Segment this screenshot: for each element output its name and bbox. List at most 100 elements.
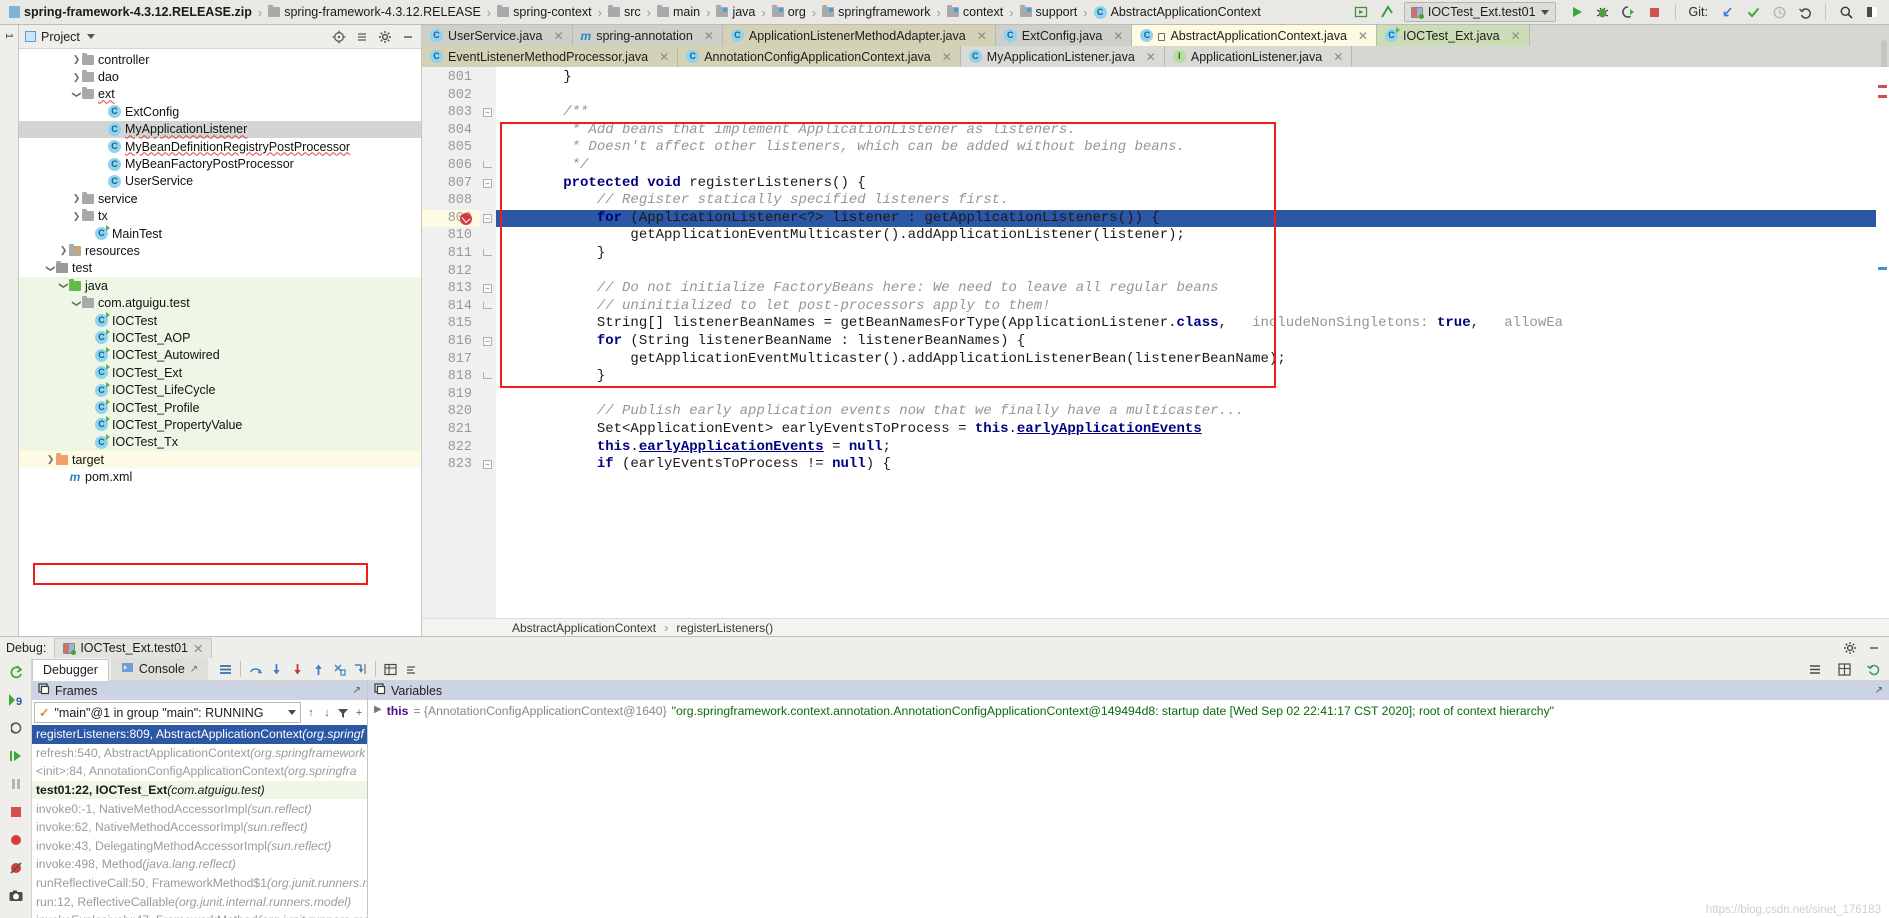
run-coverage-icon[interactable] (1620, 3, 1638, 21)
tree-item-tx[interactable]: ❯ tx (19, 208, 421, 225)
chevron-down-icon[interactable] (86, 34, 95, 39)
rerun-icon[interactable] (6, 664, 26, 680)
close-icon[interactable]: ✕ (704, 29, 714, 43)
editor-tab-applicationlistener-java[interactable]: I ApplicationListener.java ✕ (1164, 46, 1353, 67)
chevron-right-icon[interactable]: ❯ (45, 454, 56, 465)
commit-icon[interactable] (1744, 3, 1762, 21)
frame-row[interactable]: invoke0:-1, NativeMethodAccessorImpl (su… (32, 799, 367, 818)
editor-tab-row-1[interactable]: C UserService.java ✕ m spring-annotation ✕ C Ap… (422, 25, 1889, 46)
step-over-icon[interactable] (246, 660, 265, 679)
frame-row[interactable]: invoke:498, Method (java.lang.reflect) (32, 855, 367, 874)
editor-tab-extconfig-java[interactable]: C ExtConfig.java ✕ (995, 25, 1133, 46)
search-icon[interactable] (1837, 3, 1855, 21)
tree-item-mybeandefinitionregistrypostprocessor[interactable]: C MyBeanDefinitionRegistryPostProcessor (19, 138, 421, 155)
layout-icon[interactable] (216, 660, 235, 679)
tree-item-ioctest[interactable]: C IOCTest (19, 311, 421, 330)
chevron-down-icon[interactable]: ❯ (71, 298, 82, 309)
chevron-right-icon[interactable]: ❯ (71, 72, 82, 83)
build-arrow-icon[interactable] (1378, 3, 1396, 21)
frame-row[interactable]: test01:22, IOCTest_Ext (com.atguigu.test… (32, 780, 367, 800)
gear-icon[interactable] (378, 30, 392, 44)
code-fold-icon[interactable]: − (483, 178, 492, 188)
editor-tab-abstractapplicationcontext-java[interactable]: C AbstractApplicationContext.java ✕ (1132, 25, 1377, 46)
locate-icon[interactable] (332, 30, 346, 44)
gear-icon[interactable] (1843, 641, 1857, 655)
code-fold-icon[interactable]: − (483, 460, 492, 470)
run-icon[interactable] (1568, 3, 1586, 21)
mute-icon[interactable] (402, 660, 421, 679)
close-icon[interactable]: ✕ (1333, 50, 1343, 64)
tree-item-mybeanfactorypostprocessor[interactable]: C MyBeanFactoryPostProcessor (19, 155, 421, 172)
debug-icon[interactable] (1594, 3, 1612, 21)
step-into-icon[interactable] (267, 660, 286, 679)
frame-down-icon[interactable]: ↓ (319, 705, 335, 721)
tree-item-ioctest-tx[interactable]: C IOCTest_Tx (19, 433, 421, 451)
step-out-icon[interactable] (309, 660, 328, 679)
hide-panel-icon[interactable] (401, 30, 415, 44)
line-number-gutter[interactable]: 8018028038048058068078088098108118128138… (422, 67, 480, 618)
editor-tab-userservice-java[interactable]: C UserService.java ✕ (422, 25, 573, 46)
run-configuration-selector[interactable]: IOCTest_Ext.test01 (1403, 2, 1556, 22)
chevron-down-icon[interactable]: ❯ (45, 263, 56, 274)
restore-icon[interactable] (1864, 660, 1883, 679)
collapse-all-icon[interactable] (355, 30, 369, 44)
breadcrumb[interactable]: spring-framework-4.3.12.RELEASE.zip › spri… (0, 2, 1352, 22)
force-step-into-icon[interactable] (288, 660, 307, 679)
tree-item-resources[interactable]: ❯ resources (19, 242, 421, 259)
variable-row[interactable]: ▶ this = {AnnotationConfigApplicationCon… (368, 700, 1889, 722)
editor-tab-eventlistenermethodprocessor-java[interactable]: C EventListenerMethodProcessor.java ✕ (422, 46, 679, 67)
close-icon[interactable]: ✕ (1358, 29, 1368, 43)
tree-item-target[interactable]: ❯ target (19, 450, 421, 469)
project-tree[interactable]: ❯ controller ❯ dao ❯ ext C ExtConfig C MyApplicat… (19, 49, 421, 636)
frame-row[interactable]: refresh:540, AbstractApplicationContext … (32, 744, 367, 763)
tree-item-userservice[interactable]: C UserService (19, 173, 421, 190)
tree-item-controller[interactable]: ❯ controller (19, 51, 421, 68)
tab-debugger[interactable]: Debugger (32, 658, 109, 681)
pin-icon[interactable]: ↗ (1875, 685, 1883, 696)
breadcrumb-item[interactable]: C AbstractApplicationContext (1091, 2, 1264, 22)
breadcrumb-item[interactable]: src (605, 2, 644, 22)
evaluate-expression-icon[interactable] (381, 660, 400, 679)
tree-item-ioctest-autowired[interactable]: C IOCTest_Autowired (19, 346, 421, 365)
pause-icon[interactable] (6, 776, 26, 792)
tree-item-extconfig[interactable]: C ExtConfig (19, 103, 421, 120)
tree-item-ext[interactable]: ❯ ext (19, 86, 421, 103)
tree-item-service[interactable]: ❯ service (19, 190, 421, 207)
breadcrumb-item[interactable]: spring-framework-4.3.12.RELEASE.zip (6, 2, 255, 22)
fold-gutter[interactable]: − − − − − − (480, 67, 496, 618)
make-project-icon[interactable] (1352, 3, 1370, 21)
run-to-cursor-icon[interactable] (351, 660, 370, 679)
close-icon[interactable]: ✕ (1146, 50, 1156, 64)
pin-icon[interactable]: ↗ (190, 664, 198, 675)
tree-item-com-atguigu-test[interactable]: ❯ com.atguigu.test (19, 294, 421, 312)
close-icon[interactable]: ✕ (553, 29, 563, 43)
code-text[interactable]: } /** * Add beans that implement Applica… (496, 67, 1889, 618)
layout-icon[interactable] (1863, 3, 1881, 21)
breadcrumb-class[interactable]: AbstractApplicationContext (512, 621, 656, 635)
close-icon[interactable]: ✕ (659, 50, 669, 64)
code-fold-icon[interactable] (483, 249, 492, 256)
breadcrumb-item[interactable]: support (1017, 2, 1081, 22)
editor-tab-annotationconfigapplicationcontext-java[interactable]: C AnnotationConfigApplicationContext.java… (678, 46, 961, 67)
breakpoint-icon[interactable] (460, 212, 472, 225)
error-marker[interactable] (1878, 85, 1887, 88)
frame-row[interactable]: invokeExplosively:47, FrameworkMethod (o… (32, 911, 367, 918)
expand-arrow-icon[interactable]: ▶ (374, 704, 382, 715)
mute-breakpoints-icon[interactable] (6, 860, 26, 876)
breadcrumb-item[interactable]: java (713, 2, 758, 22)
breadcrumb-item[interactable]: spring-framework-4.3.12.RELEASE (265, 2, 484, 22)
editor-tab-ioctest-ext-java[interactable]: C IOCTest_Ext.java ✕ (1376, 25, 1530, 46)
code-fold-icon[interactable] (483, 372, 492, 380)
breadcrumb-item[interactable]: main (654, 2, 703, 22)
chevron-down-icon[interactable]: ❯ (58, 280, 69, 291)
chevron-right-icon[interactable]: ❯ (58, 245, 69, 256)
tree-item-ioctest-profile[interactable]: C IOCTest_Profile (19, 398, 421, 417)
chevron-right-icon[interactable]: ❯ (71, 193, 82, 204)
code-fold-icon[interactable]: − (483, 213, 492, 223)
editor-tab-row-2[interactable]: C EventListenerMethodProcessor.java ✕ C Anno… (422, 46, 1889, 67)
close-icon[interactable]: ✕ (1511, 29, 1521, 43)
editor-breadcrumb[interactable]: AbstractApplicationContext › registerLis… (422, 618, 1889, 636)
update-project-icon[interactable] (1718, 3, 1736, 21)
camera-icon[interactable] (6, 888, 26, 904)
tree-item-pom-xml[interactable]: m pom.xml (19, 468, 421, 485)
